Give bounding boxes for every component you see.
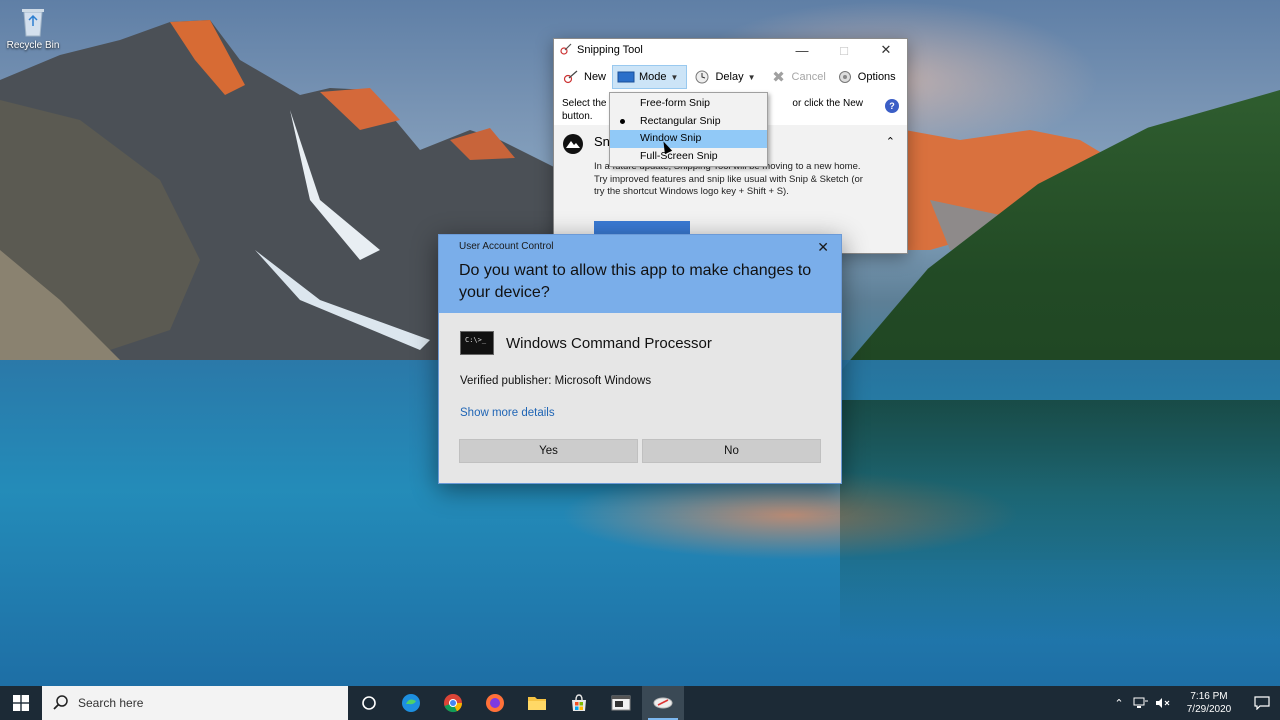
start-button[interactable] <box>0 686 42 720</box>
yes-button[interactable]: Yes <box>459 439 638 463</box>
action-center-button[interactable] <box>1244 686 1280 720</box>
taskbar-clock[interactable]: 7:16 PM 7/29/2020 <box>1174 690 1244 716</box>
menu-item-full-screen-snip[interactable]: Full-Screen Snip <box>610 148 767 166</box>
file-explorer-icon <box>528 697 546 710</box>
mode-dropdown-menu: Free-form Snip Rectangular Snip Window S… <box>609 92 768 167</box>
chevron-down-icon: ▼ <box>670 72 679 82</box>
firefox-taskbar-button[interactable] <box>474 686 516 720</box>
snipping-toolbar: New Mode ▼ Delay ▼ ✖ Cancel Options <box>554 61 907 93</box>
close-button[interactable]: ✕ <box>865 39 907 61</box>
menu-item-free-form-snip[interactable]: Free-form Snip <box>610 95 767 113</box>
taskbar: Search here ⌃ 7:16 PM 7/29/2020 <box>0 686 1280 720</box>
app-name: Windows Command Processor <box>506 335 712 352</box>
network-icon[interactable] <box>1130 686 1152 720</box>
windows-logo-icon <box>13 695 29 711</box>
task-view-icon <box>362 696 376 710</box>
menu-item-rectangular-snip[interactable]: Rectangular Snip <box>610 113 767 131</box>
menu-item-label: Window Snip <box>640 132 702 144</box>
snip-sketch-icon <box>562 133 584 155</box>
app-window-icon <box>611 695 631 711</box>
lake-forest-reflection <box>840 400 1280 640</box>
maximize-button: □ <box>840 42 848 58</box>
collapse-chevron-icon[interactable]: ⌃ <box>886 135 895 148</box>
snipping-tool-icon <box>560 43 572 58</box>
no-button[interactable]: No <box>642 439 821 463</box>
window-title: Snipping Tool <box>577 44 643 56</box>
minimize-button[interactable]: — <box>781 39 823 61</box>
uac-dialog: User Account Control ✕ Do you want to al… <box>438 234 842 484</box>
selected-dot-icon <box>620 118 625 124</box>
new-label: New <box>584 71 607 83</box>
show-more-details-link[interactable]: Show more details <box>460 407 555 419</box>
menu-item-label: Rectangular Snip <box>640 114 721 127</box>
mode-button[interactable]: Mode ▼ <box>612 65 688 89</box>
clock-time: 7:16 PM <box>1190 691 1228 702</box>
options-button[interactable]: Options <box>832 65 900 89</box>
volume-muted-icon[interactable] <box>1152 686 1174 720</box>
task-view-button[interactable] <box>348 686 390 720</box>
cancel-x-icon: ✖ <box>772 69 785 86</box>
file-explorer-taskbar-button[interactable] <box>516 686 558 720</box>
help-icon[interactable]: ? <box>885 99 899 113</box>
clock-icon <box>693 70 711 84</box>
store-icon <box>572 694 586 711</box>
edge-taskbar-button[interactable] <box>390 686 432 720</box>
notice-heading: Sn <box>594 134 610 149</box>
snipping-tool-taskbar-button[interactable] <box>642 686 684 720</box>
taskbar-search-box[interactable]: Search here <box>42 686 348 720</box>
uac-close-icon[interactable]: ✕ <box>817 239 829 256</box>
chrome-taskbar-button[interactable] <box>432 686 474 720</box>
cancel-button: ✖ Cancel <box>766 65 830 89</box>
app-window-taskbar-button[interactable] <box>600 686 642 720</box>
clock-date: 7/29/2020 <box>1186 704 1232 715</box>
new-snip-icon <box>562 70 580 84</box>
snipping-tool-titlebar[interactable]: Snipping Tool — □ ✕ <box>554 39 907 61</box>
show-hidden-icons-chevron-up-icon[interactable]: ⌃ <box>1108 686 1130 720</box>
options-label: Options <box>857 71 896 83</box>
recycle-bin[interactable]: Recycle Bin <box>4 4 62 51</box>
instruction-start: Select the <box>562 98 607 109</box>
edge-icon <box>402 694 420 712</box>
recycle-bin-label: Recycle Bin <box>6 40 60 51</box>
uac-header: User Account Control ✕ Do you want to al… <box>439 235 841 313</box>
recycle-bin-icon <box>18 4 48 38</box>
command-prompt-icon: C:\>_ <box>460 331 494 355</box>
system-tray: ⌃ 7:16 PM 7/29/2020 <box>1108 686 1280 720</box>
options-gear-icon <box>836 70 854 84</box>
menu-item-label: Full-Screen Snip <box>640 149 718 162</box>
menu-item-label: Free-form Snip <box>640 97 711 109</box>
delay-label: Delay <box>715 71 744 83</box>
new-button[interactable]: New <box>558 65 610 89</box>
firefox-icon <box>486 694 504 712</box>
rectangular-mode-icon <box>617 70 635 84</box>
snipping-tool-icon <box>653 697 673 709</box>
search-icon <box>53 695 68 710</box>
search-placeholder: Search here <box>78 696 144 710</box>
menu-item-window-snip[interactable]: Window Snip <box>610 130 767 148</box>
chevron-down-icon: ▼ <box>747 72 756 82</box>
uac-body: C:\>_ Windows Command Processor Verified… <box>439 313 841 483</box>
verified-publisher: Verified publisher: Microsoft Windows <box>460 375 652 387</box>
notification-icon <box>1254 696 1270 710</box>
uac-caption: User Account Control <box>459 241 554 252</box>
chrome-icon <box>444 694 463 713</box>
store-taskbar-button[interactable] <box>558 686 600 720</box>
cancel-label: Cancel <box>791 71 826 83</box>
mode-label: Mode <box>639 71 667 83</box>
instruction-end: or click the New <box>792 98 863 109</box>
delay-button[interactable]: Delay ▼ <box>689 65 763 89</box>
uac-question: Do you want to allow this app to make ch… <box>459 262 812 301</box>
